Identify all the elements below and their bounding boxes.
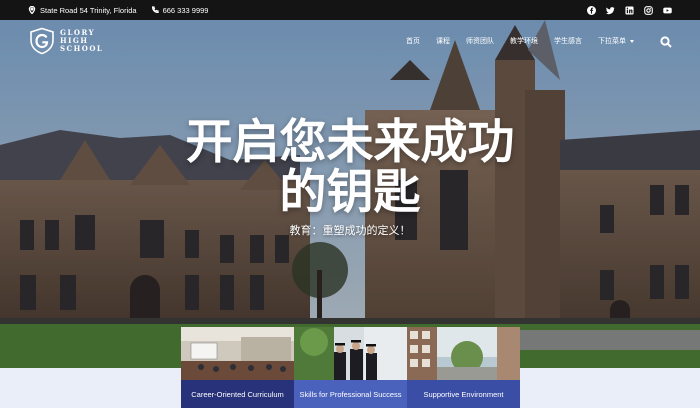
main-navigation: GLORY HIGH SCHOOL 首页 课程 师资团队 教学环境 学生感言 下… xyxy=(0,20,700,62)
logo-text: GLORY HIGH SCHOOL xyxy=(60,29,103,53)
search-button[interactable] xyxy=(660,35,672,48)
nav-label: 首页 xyxy=(406,38,420,45)
logo-line-3: SCHOOL xyxy=(60,44,104,53)
nav-label: 师资团队 xyxy=(466,38,494,45)
nav-label: 下拉菜单 xyxy=(598,38,626,45)
nav-item-faculty[interactable]: 师资团队 xyxy=(466,36,494,46)
nav-item-testimonials[interactable]: 学生感言 xyxy=(554,36,582,46)
nav-label: 教学环境 xyxy=(510,38,538,45)
twitter-icon[interactable] xyxy=(606,6,615,15)
hero-headline: 开启您未来成功 的钥匙 xyxy=(0,118,700,218)
location-pin-icon xyxy=(28,6,36,14)
hero-subline: 教育：重塑成功的定义！ xyxy=(289,224,411,237)
feature-card-environment[interactable]: Supportive Environment xyxy=(407,327,520,408)
feature-cards: Career-Oriented Curriculum Skills for Pr… xyxy=(181,327,520,408)
feature-card-label: Career-Oriented Curriculum xyxy=(181,380,294,408)
address-text: State Road 54 Trinity, Florida xyxy=(40,5,137,15)
feature-card-label: Supportive Environment xyxy=(407,380,520,408)
youtube-icon[interactable] xyxy=(663,6,672,15)
graduates-image xyxy=(294,327,407,380)
facebook-icon[interactable] xyxy=(587,5,596,15)
nav-label: 学生感言 xyxy=(554,38,582,45)
phone-text: 666 333 9999 xyxy=(162,5,209,15)
phone-info: 666 333 9999 xyxy=(151,5,209,15)
caret-down-icon xyxy=(630,39,634,43)
campus-atrium-image xyxy=(407,327,520,380)
feature-card-curriculum[interactable]: Career-Oriented Curriculum xyxy=(181,327,294,408)
feature-card-label: Skills for Professional Success xyxy=(294,380,407,408)
social-links xyxy=(587,5,672,15)
address-info: State Road 54 Trinity, Florida xyxy=(28,6,137,15)
nav-item-home[interactable]: 首页 xyxy=(406,36,420,46)
nav-label: 课程 xyxy=(436,38,450,45)
nav-menu: 首页 课程 师资团队 教学环境 学生感言 下拉菜单 xyxy=(406,36,634,46)
nav-item-dropdown[interactable]: 下拉菜单 xyxy=(598,36,634,46)
phone-icon xyxy=(151,6,159,14)
hero-headline-line-1: 开启您未来成功 xyxy=(185,115,515,170)
nav-item-environment[interactable]: 教学环境 xyxy=(510,36,538,46)
feature-card-skills[interactable]: Skills for Professional Success xyxy=(294,327,407,408)
lecture-hall-image xyxy=(181,327,294,380)
instagram-icon[interactable] xyxy=(644,5,653,15)
linkedin-icon[interactable] xyxy=(625,5,634,15)
shield-logo-icon xyxy=(30,27,54,55)
school-logo[interactable]: GLORY HIGH SCHOOL xyxy=(28,27,103,55)
search-icon xyxy=(660,36,672,48)
hero-headline-line-2: 的钥匙 xyxy=(279,165,421,220)
top-info-bar: State Road 54 Trinity, Florida 666 333 9… xyxy=(0,0,700,20)
nav-item-courses[interactable]: 课程 xyxy=(436,36,450,46)
